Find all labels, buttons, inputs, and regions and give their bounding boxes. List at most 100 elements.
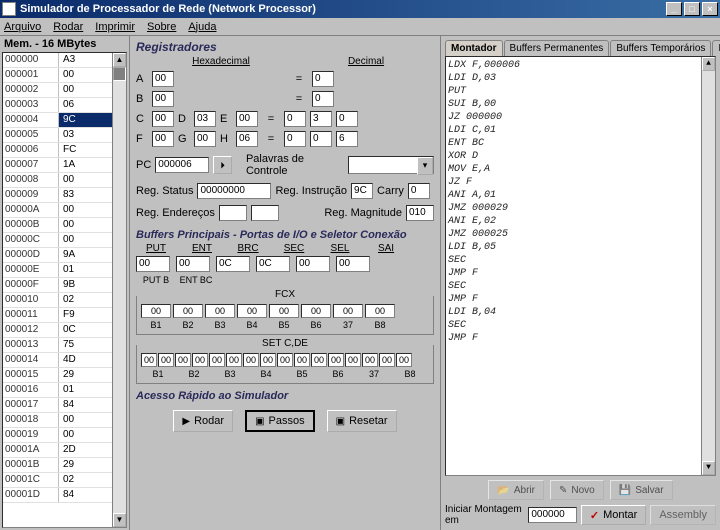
asm-line[interactable]: SUI B,00 xyxy=(448,98,713,111)
memory-row[interactable]: 00001800 xyxy=(3,413,112,428)
set-cell[interactable]: 00 xyxy=(243,353,259,367)
asm-line[interactable]: LDI B,05 xyxy=(448,241,713,254)
reg-f-hex[interactable]: 00 xyxy=(152,131,174,147)
asm-scrollbar[interactable]: ▲ ▼ xyxy=(701,57,715,475)
set-cell[interactable]: 00 xyxy=(209,353,225,367)
tab-buffers-temp[interactable]: Buffers Temporários xyxy=(610,40,711,56)
buffer-value[interactable]: 00 xyxy=(176,256,210,272)
memory-row[interactable]: 0000144D xyxy=(3,353,112,368)
scroll-up-icon[interactable]: ▲ xyxy=(113,53,126,67)
reg-d-dec[interactable]: 3 xyxy=(310,111,332,127)
memory-row[interactable]: 0000120C xyxy=(3,323,112,338)
memory-row[interactable]: 00000100 xyxy=(3,68,112,83)
asm-line[interactable]: MOV E,A xyxy=(448,163,713,176)
reg-h-dec[interactable]: 6 xyxy=(336,131,358,147)
fcx-cell[interactable]: 00 xyxy=(365,304,395,318)
set-cell[interactable]: 00 xyxy=(379,353,395,367)
fcx-cell[interactable]: 00 xyxy=(269,304,299,318)
asm-line[interactable]: LDI C,01 xyxy=(448,124,713,137)
memory-row[interactable]: 00000503 xyxy=(3,128,112,143)
buffer-value[interactable]: 0C xyxy=(216,256,250,272)
set-cell[interactable]: 00 xyxy=(311,353,327,367)
minimize-button[interactable]: _ xyxy=(666,2,682,16)
buffer-value[interactable]: 00 xyxy=(336,256,370,272)
magnitude-field[interactable]: 010 xyxy=(406,205,434,221)
set-cell[interactable]: 00 xyxy=(192,353,208,367)
asm-line[interactable]: XOR D xyxy=(448,150,713,163)
memory-row[interactable]: 00000800 xyxy=(3,173,112,188)
reg-e-dec[interactable]: 0 xyxy=(336,111,358,127)
pc-field[interactable]: 000006 xyxy=(155,157,209,173)
memory-row[interactable]: 000006FC xyxy=(3,143,112,158)
memory-row[interactable]: 000000A3 xyxy=(3,53,112,68)
reg-c-hex[interactable]: 00 xyxy=(152,111,174,127)
memory-row[interactable]: 00001A2D xyxy=(3,443,112,458)
memory-row[interactable]: 00000200 xyxy=(3,83,112,98)
maximize-button[interactable]: □ xyxy=(684,2,700,16)
asm-line[interactable]: ENT BC xyxy=(448,137,713,150)
reg-e-hex[interactable]: 00 xyxy=(236,111,258,127)
tab-montador[interactable]: Montador xyxy=(445,40,503,56)
asm-line[interactable]: JMP F xyxy=(448,267,713,280)
menu-sobre[interactable]: Sobre xyxy=(147,21,176,33)
asm-scroll-down-icon[interactable]: ▼ xyxy=(702,461,715,475)
memory-row[interactable]: 00001C02 xyxy=(3,473,112,488)
asm-line[interactable]: ANI E,02 xyxy=(448,215,713,228)
tab-paco[interactable]: Paco xyxy=(712,40,720,56)
reg-g-hex[interactable]: 00 xyxy=(194,131,216,147)
asm-line[interactable]: JZ 000000 xyxy=(448,111,713,124)
resetar-button[interactable]: ▣Resetar xyxy=(327,410,397,432)
reg-a-hex[interactable]: 00 xyxy=(152,71,174,87)
asm-scroll-up-icon[interactable]: ▲ xyxy=(702,57,715,71)
fcx-cell[interactable]: 00 xyxy=(333,304,363,318)
asm-line[interactable]: ANI A,01 xyxy=(448,189,713,202)
asm-line[interactable]: JMP F xyxy=(448,332,713,345)
scroll-down-icon[interactable]: ▼ xyxy=(113,513,126,527)
carry-field[interactable]: 0 xyxy=(408,183,430,199)
fcx-cell[interactable]: 00 xyxy=(205,304,235,318)
memory-row[interactable]: 00000E01 xyxy=(3,263,112,278)
set-cell[interactable]: 00 xyxy=(158,353,174,367)
memory-row[interactable]: 00001900 xyxy=(3,428,112,443)
memory-row[interactable]: 00000F9B xyxy=(3,278,112,293)
scroll-thumb[interactable] xyxy=(113,67,126,81)
reg-d-hex[interactable]: 03 xyxy=(194,111,216,127)
pc-step-icon[interactable]: ⏵ xyxy=(213,156,232,174)
close-button[interactable]: × xyxy=(702,2,718,16)
fcx-cell[interactable]: 00 xyxy=(301,304,331,318)
enderecos-field-1[interactable] xyxy=(219,205,247,221)
reg-h-hex[interactable]: 06 xyxy=(236,131,258,147)
set-cell[interactable]: 00 xyxy=(294,353,310,367)
asm-line[interactable]: SEC xyxy=(448,319,713,332)
memory-row[interactable]: 00000983 xyxy=(3,188,112,203)
set-cell[interactable]: 00 xyxy=(277,353,293,367)
memory-row[interactable]: 00000306 xyxy=(3,98,112,113)
memory-row[interactable]: 00000C00 xyxy=(3,233,112,248)
reg-a-dec[interactable]: 0 xyxy=(312,71,334,87)
buffer-value[interactable]: 00 xyxy=(296,256,330,272)
set-cell[interactable]: 00 xyxy=(226,353,242,367)
rodar-button[interactable]: ▶Rodar xyxy=(173,410,233,432)
memory-row[interactable]: 00001002 xyxy=(3,293,112,308)
assembly-button[interactable]: Assembly xyxy=(650,505,716,525)
memory-row[interactable]: 00000A00 xyxy=(3,203,112,218)
menu-rodar[interactable]: Rodar xyxy=(53,21,83,33)
abrir-button[interactable]: 📂Abrir xyxy=(488,480,544,500)
memory-row[interactable]: 00001B29 xyxy=(3,458,112,473)
fcx-cell[interactable]: 00 xyxy=(141,304,171,318)
enderecos-field-2[interactable] xyxy=(251,205,279,221)
memory-row[interactable]: 00000B00 xyxy=(3,218,112,233)
asm-line[interactable]: LDI D,03 xyxy=(448,72,713,85)
asm-line[interactable]: JZ F xyxy=(448,176,713,189)
instrucao-field[interactable]: 9C xyxy=(351,183,373,199)
montar-button[interactable]: ✓Montar xyxy=(581,505,646,525)
buffer-value[interactable]: 00 xyxy=(136,256,170,272)
reg-b-hex[interactable]: 00 xyxy=(152,91,174,107)
fcx-cell[interactable]: 00 xyxy=(237,304,267,318)
asm-line[interactable]: JMZ 000025 xyxy=(448,228,713,241)
set-cell[interactable]: 00 xyxy=(328,353,344,367)
set-cell[interactable]: 00 xyxy=(362,353,378,367)
memory-scrollbar[interactable]: ▲ ▼ xyxy=(112,53,126,527)
asm-line[interactable]: JMZ 000029 xyxy=(448,202,713,215)
reg-g-dec[interactable]: 0 xyxy=(310,131,332,147)
